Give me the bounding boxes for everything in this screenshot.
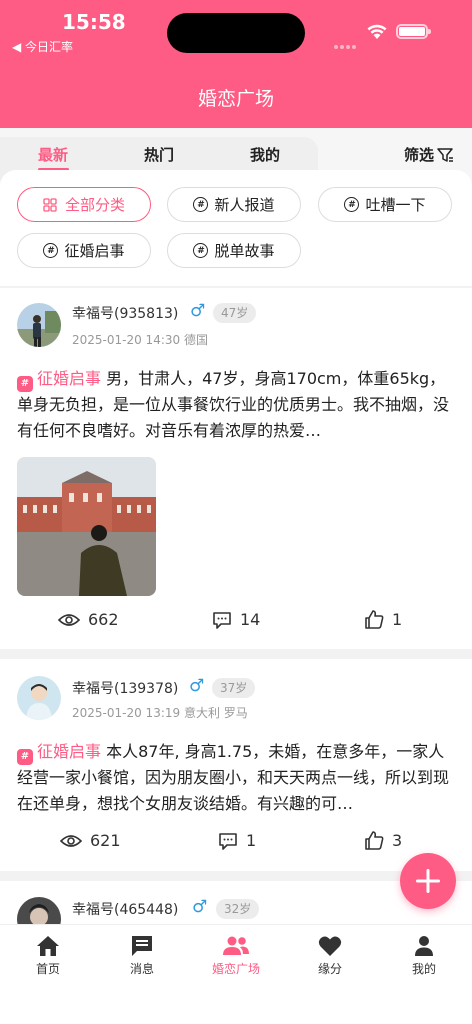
category-newcomer[interactable]: # 新人报道: [167, 187, 301, 222]
view-count: 621: [90, 831, 121, 850]
battery-icon: [396, 24, 431, 39]
comment-count: 14: [240, 610, 261, 629]
avatar[interactable]: [17, 676, 61, 720]
hashtag-icon: #: [17, 376, 33, 392]
comment-count: 1: [246, 831, 257, 850]
hashtag-icon: #: [43, 243, 59, 258]
category-all[interactable]: 全部分类: [17, 187, 151, 222]
age-badge: 47岁: [213, 303, 257, 323]
page-title: 婚恋广场: [197, 88, 274, 110]
nav-label: 缘分: [317, 962, 342, 976]
view-count: 662: [88, 610, 119, 629]
category-label: 脱单故事: [214, 242, 275, 260]
post-photo[interactable]: [17, 457, 156, 596]
bottom-navigation: 首页 消息 婚恋广场 缘分 我的: [0, 924, 472, 1024]
male-icon: ♂: [189, 676, 205, 696]
comment-button[interactable]: 14: [212, 610, 260, 629]
eye-icon: [58, 613, 80, 626]
category-label: 新人报道: [214, 196, 275, 214]
back-to-app-link[interactable]: ◀ 今日汇率: [12, 38, 73, 55]
hashtag-icon: #: [344, 197, 360, 212]
male-icon: ♂: [192, 897, 208, 917]
category-label: 征婚启事: [64, 242, 125, 260]
nav-messages[interactable]: 消息: [102, 935, 182, 977]
like-button[interactable]: 1: [364, 610, 402, 629]
people-icon: [223, 936, 249, 955]
person-icon: [415, 936, 433, 956]
grid-icon: [43, 197, 57, 212]
comment-button[interactable]: 1: [218, 831, 256, 850]
post-card[interactable]: 幸福号(139378) ♂ 37岁 2025-01-20 13:19 意大利 罗…: [0, 659, 472, 871]
username[interactable]: 幸福号(465448): [72, 899, 178, 919]
category-label: 全部分类: [64, 196, 125, 214]
wifi-icon: [367, 24, 387, 39]
age-badge: 32岁: [216, 899, 260, 919]
eye-icon: [60, 834, 82, 847]
nav-label: 我的: [411, 962, 436, 976]
avatar[interactable]: [17, 897, 61, 924]
tab-mine[interactable]: 我的: [250, 144, 280, 165]
message-icon: [132, 936, 152, 956]
heart-icon: [318, 936, 342, 956]
post-tag[interactable]: 征婚启事: [37, 742, 101, 761]
post-tag[interactable]: 征婚启事: [37, 369, 101, 388]
funnel-icon: [437, 147, 454, 162]
hashtag-icon: #: [193, 197, 209, 212]
nav-dating-square[interactable]: 婚恋广场: [196, 935, 276, 977]
post-content[interactable]: # 征婚启事 男，甘肃人，47岁，身高170cm，体重65kg，单身无负担，是一位…: [17, 366, 457, 444]
age-badge: 37岁: [212, 678, 256, 698]
filter-label: 筛选: [404, 146, 435, 164]
post-meta: 2025-01-20 14:30 德国: [72, 333, 208, 347]
avatar[interactable]: [17, 303, 61, 347]
post-meta: 2025-01-20 13:19 意大利 罗马: [72, 706, 248, 720]
filter-button[interactable]: 筛选: [404, 144, 454, 165]
nav-profile[interactable]: 我的: [384, 935, 464, 977]
category-label: 吐槽一下: [365, 196, 426, 214]
tab-latest[interactable]: 最新: [38, 144, 68, 165]
nav-fate[interactable]: 缘分: [290, 935, 370, 977]
post-content[interactable]: # 征婚启事 本人87年, 身高1.75，未婚，在意多年，一家人经营一家小餐馆，因…: [17, 739, 457, 817]
like-button[interactable]: 3: [364, 831, 402, 850]
views-stat: 621: [60, 831, 121, 850]
category-rant[interactable]: # 吐槽一下: [318, 187, 452, 222]
nav-label: 消息: [129, 962, 154, 976]
comment-icon: [213, 611, 231, 629]
signal-icon: [334, 34, 360, 49]
status-time: 15:58: [62, 10, 126, 34]
category-marriage-ad[interactable]: # 征婚启事: [17, 233, 151, 268]
thumbs-up-icon: [365, 610, 384, 629]
like-count: 3: [392, 831, 403, 850]
username[interactable]: 幸福号(139378): [72, 678, 178, 698]
thumbs-up-icon: [365, 831, 384, 850]
nav-label: 首页: [35, 962, 60, 976]
category-success-story[interactable]: # 脱单故事: [167, 233, 301, 268]
category-panel: 全部分类 # 新人报道 # 吐槽一下 # 征婚启事 # 脱单故事: [0, 170, 472, 286]
nav-home[interactable]: 首页: [8, 935, 88, 977]
male-icon: ♂: [190, 301, 206, 321]
tab-hot[interactable]: 热门: [144, 144, 174, 165]
username[interactable]: 幸福号(935813): [72, 303, 178, 323]
nav-label: 婚恋广场: [211, 962, 260, 976]
comment-icon: [219, 832, 237, 850]
hashtag-icon: #: [193, 243, 209, 258]
plus-icon: [416, 869, 440, 893]
post-card[interactable]: 幸福号(935813) ♂ 47岁 2025-01-20 14:30 德国 # 征…: [0, 288, 472, 649]
like-count: 1: [392, 610, 403, 629]
views-stat: 662: [58, 610, 119, 629]
home-icon: [37, 936, 59, 956]
app-header: 15:58 ◀ 今日汇率 婚恋广场: [0, 0, 472, 128]
add-post-button[interactable]: [400, 853, 456, 909]
dynamic-island: [167, 13, 305, 53]
hashtag-icon: #: [17, 749, 33, 765]
